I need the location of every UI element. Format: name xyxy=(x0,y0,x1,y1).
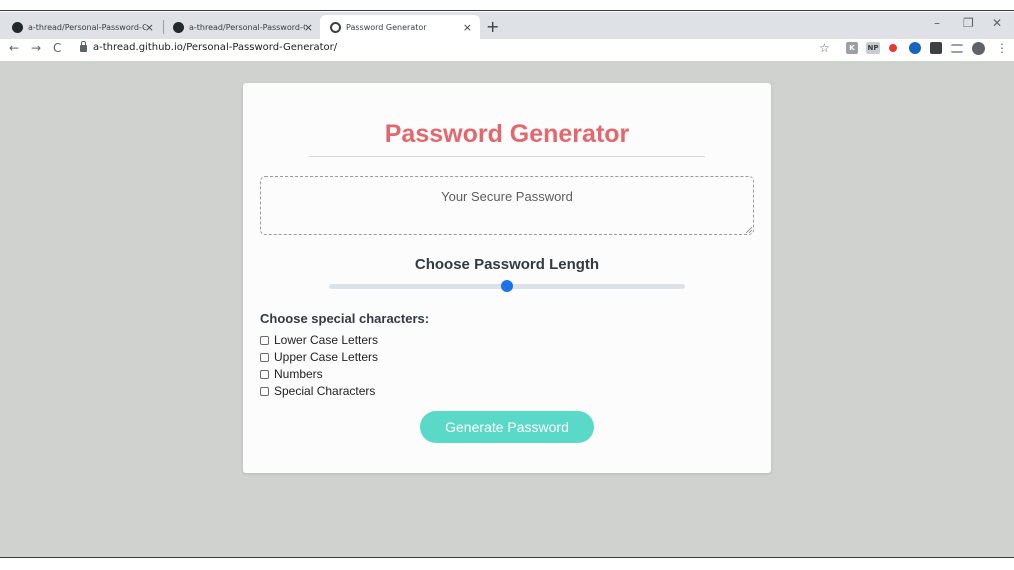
avatar[interactable] xyxy=(972,42,985,55)
option-uppercase[interactable]: Upper Case Letters xyxy=(260,350,378,364)
extensions-puzzle-icon[interactable] xyxy=(930,42,942,54)
address-bar[interactable]: a-thread.github.io/Personal-Password-Gen… xyxy=(93,42,337,53)
option-numbers[interactable]: Numbers xyxy=(260,367,323,381)
tab-strip: a-thread/Personal-Password-Gen × a-threa… xyxy=(0,12,1014,39)
close-tab-icon[interactable]: × xyxy=(145,21,154,34)
reload-icon[interactable]: C xyxy=(53,41,61,55)
close-tab-icon[interactable]: × xyxy=(304,21,313,34)
option-label: Lower Case Letters xyxy=(274,333,379,347)
lowercase-checkbox[interactable] xyxy=(260,335,269,345)
password-placeholder: Your Secure Password xyxy=(441,189,573,204)
close-window-icon[interactable]: ✕ xyxy=(992,16,1002,30)
option-label: Numbers xyxy=(274,367,323,381)
generator-card: Password Generator Your Secure Password … xyxy=(243,83,771,473)
extension-np-icon[interactable]: NP xyxy=(866,42,880,54)
special-checkbox[interactable] xyxy=(260,386,269,396)
maximize-icon[interactable]: ❐ xyxy=(963,16,974,30)
option-label: Upper Case Letters xyxy=(274,350,379,364)
option-lowercase[interactable]: Lower Case Letters xyxy=(260,333,378,347)
tab-github-2[interactable]: a-thread/Personal-Password-Gen × xyxy=(163,15,321,39)
page-title: Password Generator xyxy=(384,120,630,148)
option-label: Special Characters xyxy=(274,384,376,398)
tab-title: a-thread/Personal-Password-Gen xyxy=(189,22,305,32)
tab-github-1[interactable]: a-thread/Personal-Password-Gen × xyxy=(2,15,162,39)
menu-icon[interactable]: ⋮ xyxy=(996,41,1008,55)
generate-password-button[interactable]: Generate Password xyxy=(420,411,594,443)
forward-icon[interactable]: → xyxy=(31,41,41,55)
top-border xyxy=(0,0,1014,11)
slider-thumb[interactable] xyxy=(501,280,513,292)
numbers-checkbox[interactable] xyxy=(260,369,269,379)
length-slider[interactable] xyxy=(329,280,685,292)
globe-icon xyxy=(330,21,341,33)
extension-blue-icon[interactable] xyxy=(909,42,921,54)
extension-k-icon[interactable]: K xyxy=(846,42,858,54)
extension-red-icon[interactable] xyxy=(889,44,897,52)
new-tab-icon[interactable]: + xyxy=(486,17,499,36)
option-special[interactable]: Special Characters xyxy=(260,384,375,398)
resize-handle-icon[interactable] xyxy=(746,227,752,233)
special-characters-label: Choose special characters: xyxy=(260,311,430,326)
back-icon[interactable]: ← xyxy=(9,41,19,55)
tab-title: a-thread/Personal-Password-Gen xyxy=(28,22,146,32)
github-icon xyxy=(173,21,184,33)
length-label: Choose Password Length xyxy=(414,256,600,273)
tab-title: Password Generator xyxy=(346,22,427,32)
minimize-icon[interactable]: – xyxy=(934,16,940,30)
github-icon xyxy=(12,21,23,33)
tab-password-generator[interactable]: Password Generator × xyxy=(320,15,480,39)
bottom-border xyxy=(0,557,1014,570)
lock-icon xyxy=(80,41,87,52)
title-divider xyxy=(309,156,705,157)
bookmark-star-icon[interactable]: ☆ xyxy=(819,41,830,55)
uppercase-checkbox[interactable] xyxy=(260,352,269,362)
browser-toolbar: ← → C a-thread.github.io/Personal-Passwo… xyxy=(0,39,1014,61)
reading-list-icon[interactable] xyxy=(951,44,963,53)
close-tab-icon[interactable]: × xyxy=(463,21,472,34)
password-textarea[interactable]: Your Secure Password xyxy=(260,176,754,235)
